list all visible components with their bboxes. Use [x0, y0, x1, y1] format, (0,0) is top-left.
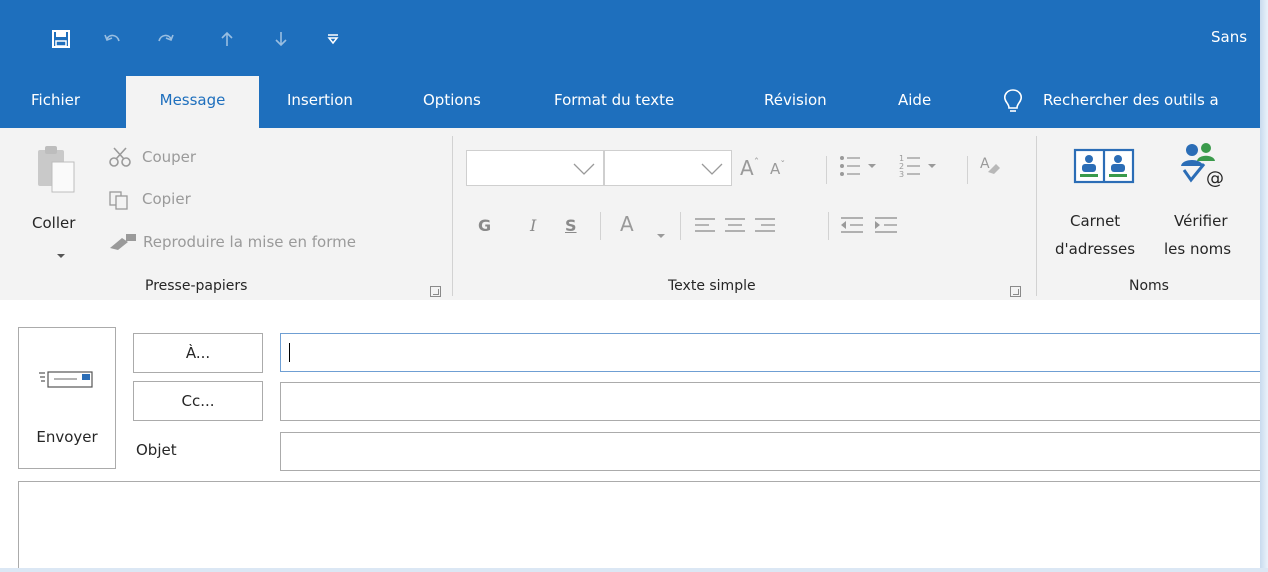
window-title: Sans — [1211, 28, 1248, 46]
address-book-icon[interactable] — [1071, 144, 1137, 192]
subject-field[interactable] — [280, 432, 1268, 471]
scissors-icon[interactable] — [108, 146, 132, 172]
basic-text-group-label: Texte simple — [668, 278, 756, 294]
align-center-icon[interactable] — [724, 216, 746, 238]
format-painter-button[interactable]: Reproduire la mise en forme — [143, 233, 356, 251]
cc-button[interactable]: Cc... — [133, 381, 263, 421]
check-names-label-2[interactable]: les noms — [1164, 240, 1231, 258]
address-book-label-1[interactable]: Carnet — [1070, 212, 1120, 230]
lightbulb-icon[interactable] — [1000, 87, 1026, 115]
tab-message[interactable]: Message — [126, 76, 259, 128]
decrease-indent-icon[interactable] — [840, 216, 864, 238]
numbering-icon[interactable]: 123 — [898, 152, 940, 184]
tab-format-du-texte[interactable]: Format du texte — [554, 76, 674, 128]
bold-button[interactable]: G — [478, 216, 491, 235]
grow-font-icon[interactable]: Aˆ — [740, 156, 759, 180]
message-body[interactable] — [18, 481, 1268, 572]
increase-indent-icon[interactable] — [874, 216, 898, 238]
clipboard-launcher-icon[interactable] — [430, 286, 441, 297]
cc-field[interactable] — [280, 382, 1268, 421]
ribbon-tabs: Fichier Message Insertion Options Format… — [0, 76, 1268, 128]
names-group-label: Noms — [1129, 278, 1169, 294]
check-names-icon[interactable]: @ — [1176, 140, 1228, 192]
tab-fichier[interactable]: Fichier — [31, 76, 80, 128]
text-cursor — [289, 343, 290, 362]
separator — [826, 156, 827, 184]
separator — [680, 212, 681, 240]
tab-options[interactable]: Options — [423, 76, 481, 128]
font-name-dropdown[interactable] — [466, 150, 604, 186]
bullets-icon[interactable] — [838, 152, 880, 184]
separator — [600, 212, 601, 240]
shrink-font-icon[interactable]: Aˇ — [770, 160, 785, 178]
tab-revision[interactable]: Révision — [764, 76, 827, 128]
to-button[interactable]: À... — [133, 333, 263, 373]
paste-label[interactable]: Coller — [32, 214, 75, 232]
copy-button[interactable]: Copier — [142, 190, 191, 208]
ribbon-message: Coller Couper Copier Reproduire la mise … — [0, 128, 1268, 301]
clipboard-group-label: Presse-papiers — [145, 278, 248, 294]
save-icon[interactable] — [44, 22, 78, 56]
paste-icon[interactable] — [34, 142, 80, 198]
tell-me-search[interactable]: Rechercher des outils a — [1043, 76, 1219, 124]
title-bar: Sans — [0, 0, 1268, 76]
cut-button[interactable]: Couper — [142, 148, 196, 166]
basic-text-launcher-icon[interactable] — [1010, 286, 1021, 297]
align-right-icon[interactable] — [754, 216, 776, 238]
svg-text:A: A — [980, 156, 990, 172]
paste-dropdown-icon[interactable] — [56, 244, 66, 263]
copy-icon[interactable] — [108, 190, 130, 214]
underline-button[interactable]: S — [565, 216, 577, 235]
window-edge — [0, 568, 1268, 572]
svg-text:@: @ — [1206, 168, 1224, 188]
redo-icon[interactable] — [148, 22, 182, 56]
send-envelope-icon — [39, 371, 93, 388]
font-color-button[interactable]: A — [620, 212, 634, 236]
group-separator — [1036, 136, 1037, 296]
down-arrow-icon[interactable] — [266, 22, 296, 56]
align-left-icon[interactable] — [694, 216, 716, 238]
font-color-dropdown-icon[interactable] — [656, 224, 666, 243]
italic-button[interactable]: I — [530, 216, 536, 235]
customize-icon[interactable] — [318, 22, 348, 56]
tab-aide[interactable]: Aide — [898, 76, 931, 128]
window-edge — [1260, 0, 1268, 572]
send-label: Envoyer — [36, 428, 98, 446]
undo-icon[interactable] — [96, 22, 130, 56]
format-painter-icon[interactable] — [108, 232, 138, 256]
subject-label: Objet — [136, 441, 177, 459]
clear-formatting-icon[interactable]: A — [978, 154, 1002, 182]
group-separator — [452, 136, 453, 296]
separator — [967, 156, 968, 184]
to-field[interactable] — [280, 333, 1268, 372]
send-button[interactable]: Envoyer — [18, 327, 116, 469]
font-size-dropdown[interactable] — [604, 150, 732, 186]
address-book-label-2[interactable]: d'adresses — [1055, 240, 1135, 258]
check-names-label-1[interactable]: Vérifier — [1174, 212, 1228, 230]
svg-text:3: 3 — [899, 170, 904, 179]
outlook-compose-window: Sans Fichier Message Insertion Options F… — [0, 0, 1268, 572]
separator — [828, 212, 829, 240]
up-arrow-icon[interactable] — [212, 22, 242, 56]
tab-insertion[interactable]: Insertion — [287, 76, 353, 128]
